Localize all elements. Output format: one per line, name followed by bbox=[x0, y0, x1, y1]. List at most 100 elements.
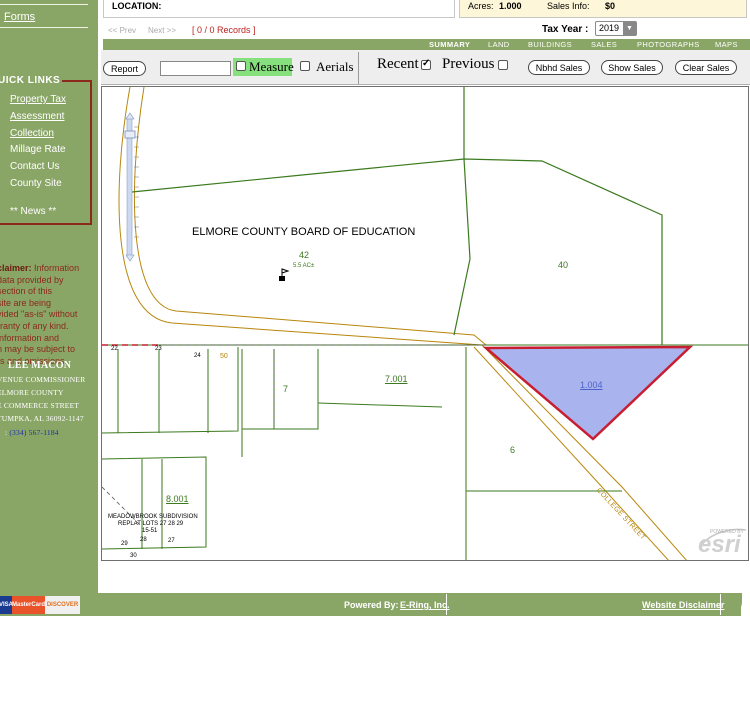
lot-label: 30 bbox=[130, 553, 137, 559]
quick-link-assessment[interactable]: Assessment bbox=[10, 111, 64, 122]
chevron-down-icon: ▼ bbox=[623, 22, 636, 35]
parcel-map[interactable]: ELMORE COUNTY BOARD OF EDUCATION 42 5.5 … bbox=[101, 86, 749, 561]
previous-label: Previous bbox=[442, 56, 495, 72]
address-line: TUMPKA, AL 36092-1147 bbox=[0, 414, 84, 423]
zoom-in-icon bbox=[125, 112, 135, 120]
recent-label: Recent bbox=[377, 56, 419, 72]
news-link[interactable]: ** News ** bbox=[10, 206, 56, 217]
parcel-label: 40 bbox=[558, 260, 569, 270]
address-line: E COMMERCE STREET bbox=[0, 401, 80, 410]
toolbar-divider bbox=[358, 52, 359, 84]
esri-logo: esri bbox=[698, 531, 741, 558]
parcel-label: 7 bbox=[283, 384, 289, 394]
sales-info-label: Sales Info: bbox=[547, 1, 590, 11]
tab-buildings[interactable]: BUILDINGS bbox=[528, 40, 572, 49]
parcel-line bbox=[453, 87, 471, 336]
footer-divider bbox=[720, 594, 721, 615]
owner-label: ELMORE COUNTY BOARD OF EDUCATION bbox=[192, 226, 416, 238]
subdivision-label: 15-51 bbox=[142, 528, 158, 534]
report-button[interactable]: Report bbox=[103, 61, 146, 76]
phone-link[interactable]: (334) 567-1184 bbox=[9, 428, 58, 437]
tab-sales[interactable]: SALES bbox=[591, 40, 617, 49]
recent-checkbox[interactable] bbox=[421, 58, 431, 70]
parcel-line bbox=[317, 402, 443, 408]
clear-sales-button[interactable]: Clear Sales bbox=[675, 60, 737, 75]
acreage-label: 5.5 AC± bbox=[293, 263, 315, 269]
acres-value: 1.000 bbox=[499, 1, 522, 11]
lot-label: 24 bbox=[194, 353, 201, 359]
disclaimer-line: Information bbox=[34, 263, 80, 273]
quick-link-property-tax[interactable]: Property Tax bbox=[10, 94, 66, 105]
payment-cards: VISA MasterCard DISCOVER bbox=[0, 596, 80, 614]
sales-info-value: $0 bbox=[605, 1, 616, 11]
tab-land[interactable]: LAND bbox=[488, 40, 510, 49]
footer-divider bbox=[446, 594, 447, 615]
tax-year-label: Tax Year : bbox=[542, 24, 589, 35]
parcel-label: 7.001 bbox=[385, 374, 408, 384]
flag-icon bbox=[281, 268, 290, 276]
previous-checkbox[interactable] bbox=[498, 60, 508, 70]
tab-maps[interactable]: MAPS bbox=[715, 40, 738, 49]
parcel-line bbox=[102, 347, 239, 434]
disclaimer-line: information and bbox=[0, 332, 60, 343]
lot-label: 50 bbox=[220, 353, 228, 360]
lot-label: 29 bbox=[121, 541, 128, 547]
next-record-link[interactable]: Next >> bbox=[148, 26, 176, 35]
tab-summary[interactable]: SUMMARY bbox=[429, 40, 470, 49]
quick-link-contact-us[interactable]: Contact Us bbox=[10, 161, 59, 172]
nbhd-sales-button[interactable]: Nbhd Sales bbox=[528, 60, 590, 75]
mastercard-icon: MasterCard bbox=[12, 596, 45, 614]
parcel-label: 42 bbox=[299, 250, 310, 260]
address-line: VENUE COMMISSIONER bbox=[0, 375, 86, 384]
road-edge bbox=[133, 87, 487, 346]
measure-label: Measure bbox=[249, 59, 294, 74]
quick-link-county-site[interactable]: County Site bbox=[10, 178, 62, 189]
parcel-label: 6 bbox=[510, 445, 516, 455]
zoom-out-icon bbox=[125, 254, 135, 262]
quick-links-title: UICK LINKS bbox=[0, 75, 63, 86]
subdivision-label: MEADOWBROOK SUBDIVISION bbox=[108, 514, 198, 520]
parcel-search-input[interactable] bbox=[160, 61, 231, 76]
disclaimer-line: n may be subject to bbox=[0, 344, 76, 355]
selected-parcel-label: 1.004 bbox=[580, 380, 603, 390]
acres-sales-box: Acres: 1.000 Sales Info: $0 bbox=[459, 0, 747, 18]
flag-icon-base bbox=[279, 276, 285, 281]
parcel-line bbox=[131, 158, 663, 345]
lot-label: 23 bbox=[155, 346, 162, 352]
acres-label: Acres: bbox=[468, 1, 494, 11]
discover-card-icon: DISCOVER bbox=[45, 596, 80, 614]
tax-year-select[interactable]: 2019 ▼ bbox=[595, 21, 637, 36]
disclaimer: claimer: Information data provided by se… bbox=[0, 263, 98, 367]
disclaimer-label: claimer: bbox=[0, 263, 32, 273]
aerials-label: Aerials bbox=[316, 59, 354, 74]
tax-year-value: 2019 bbox=[599, 23, 620, 33]
records-counter: [ 0 / 0 Records ] bbox=[192, 25, 256, 35]
measure-checkbox[interactable] bbox=[236, 61, 246, 71]
disclaimer-line: section of this bbox=[0, 286, 53, 297]
subdivision-label: REPLAT LOTS 27 28 29 bbox=[118, 521, 184, 527]
location-box: LOCATION: bbox=[103, 0, 455, 18]
lot-label: 22 bbox=[111, 346, 118, 352]
aerials-checkbox[interactable] bbox=[300, 61, 310, 71]
map-canvas bbox=[102, 87, 748, 560]
parcel-line bbox=[241, 349, 319, 457]
show-sales-button[interactable]: Show Sales bbox=[601, 60, 663, 75]
sidebar-divider bbox=[0, 4, 88, 5]
visa-card-icon: VISA bbox=[0, 596, 13, 614]
quick-link-collection[interactable]: Collection bbox=[10, 128, 54, 139]
sidebar: Forms UICK LINKS Property Tax Assessment… bbox=[0, 0, 98, 593]
commissioner-name: LEE MACON bbox=[8, 360, 72, 371]
website-disclaimer-link[interactable]: Website Disclaimer bbox=[642, 600, 724, 610]
disclaimer-line: data provided by bbox=[0, 274, 64, 285]
powered-by-label: Powered By: bbox=[344, 600, 399, 610]
parcel-line bbox=[117, 349, 209, 433]
tab-photographs[interactable]: PHOTOGRAPHS bbox=[637, 40, 700, 49]
prev-record-link[interactable]: << Prev bbox=[108, 26, 136, 35]
lot-label: 28 bbox=[140, 537, 147, 543]
quick-link-millage-rate[interactable]: Millage Rate bbox=[10, 144, 66, 155]
powered-by-link[interactable]: E-Ring, Inc. bbox=[400, 600, 450, 610]
forms-link[interactable]: Forms bbox=[4, 11, 35, 23]
disclaimer-line: vided "as-is" without bbox=[0, 309, 78, 320]
zoom-slider-handle bbox=[124, 130, 136, 139]
disclaimer-line: rranty of any kind. bbox=[0, 320, 69, 331]
